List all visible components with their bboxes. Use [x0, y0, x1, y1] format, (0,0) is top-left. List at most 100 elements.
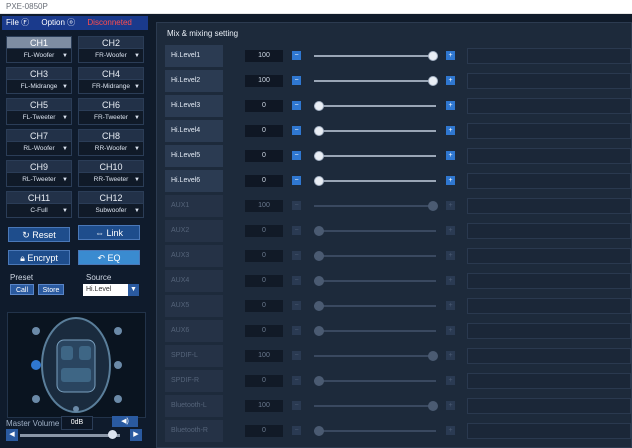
- channel-ch8[interactable]: CH8 RR-Woofer ▼: [78, 129, 144, 158]
- plus-icon[interactable]: +: [446, 101, 455, 110]
- mix-slider-knob[interactable]: [314, 176, 324, 186]
- mix-slider-knob[interactable]: [428, 76, 438, 86]
- plus-icon[interactable]: +: [446, 351, 455, 360]
- reset-button[interactable]: ↻ Reset: [8, 227, 70, 242]
- master-volume-value[interactable]: 0dB: [61, 416, 93, 430]
- link-button[interactable]: ⇔ Link: [78, 225, 140, 240]
- minus-icon[interactable]: −: [292, 201, 301, 210]
- plus-icon[interactable]: +: [446, 76, 455, 85]
- channel-assign-select[interactable]: FR-Midrange ▼: [78, 80, 144, 94]
- channel-label[interactable]: CH4: [78, 67, 144, 80]
- volume-up-icon[interactable]: ▶: [130, 429, 142, 441]
- mix-slider-track[interactable]: [314, 405, 436, 407]
- plus-icon[interactable]: +: [446, 176, 455, 185]
- channel-ch7[interactable]: CH7 RL-Woofer ▼: [6, 129, 72, 158]
- mix-slider-track[interactable]: [314, 130, 436, 132]
- channel-ch12[interactable]: CH12 Subwoofer ▼: [78, 191, 144, 220]
- channel-ch9[interactable]: CH9 RL-Tweeter ▼: [6, 160, 72, 189]
- channel-label[interactable]: CH9: [6, 160, 72, 173]
- mix-slider-track[interactable]: [314, 305, 436, 307]
- mix-slider-knob[interactable]: [314, 426, 324, 436]
- encrypt-button[interactable]: 🔒︎ Encrypt: [8, 250, 70, 265]
- plus-icon[interactable]: +: [446, 401, 455, 410]
- minus-icon[interactable]: −: [292, 151, 301, 160]
- mix-row-value[interactable]: 0: [245, 175, 283, 187]
- mix-slider-track[interactable]: [314, 80, 436, 82]
- mix-slider-knob[interactable]: [428, 401, 438, 411]
- menu-file[interactable]: File Ⓕ: [6, 18, 29, 27]
- plus-icon[interactable]: +: [446, 326, 455, 335]
- minus-icon[interactable]: −: [292, 301, 301, 310]
- channel-label[interactable]: CH7: [6, 129, 72, 142]
- channel-assign-select[interactable]: RL-Tweeter ▼: [6, 173, 72, 187]
- mix-row-value[interactable]: 0: [245, 150, 283, 162]
- channel-ch11[interactable]: CH11 C-Full ▼: [6, 191, 72, 220]
- mix-slider-track[interactable]: [314, 355, 436, 357]
- channel-assign-select[interactable]: RR-Tweeter ▼: [78, 173, 144, 187]
- plus-icon[interactable]: +: [446, 426, 455, 435]
- mix-row-value[interactable]: 0: [245, 425, 283, 437]
- plus-icon[interactable]: +: [446, 276, 455, 285]
- channel-assign-select[interactable]: RL-Woofer ▼: [6, 142, 72, 156]
- plus-icon[interactable]: +: [446, 151, 455, 160]
- mix-slider-knob[interactable]: [314, 376, 324, 386]
- channel-label[interactable]: CH1: [6, 36, 72, 49]
- mix-slider-track[interactable]: [314, 155, 436, 157]
- mix-row-value[interactable]: 100: [245, 350, 283, 362]
- channel-assign-select[interactable]: FL-Woofer ▼: [6, 49, 72, 63]
- eq-button[interactable]: ↶ EQ: [78, 250, 140, 265]
- master-volume-slider[interactable]: [20, 434, 120, 437]
- channel-assign-select[interactable]: FL-Midrange ▼: [6, 80, 72, 94]
- minus-icon[interactable]: −: [292, 351, 301, 360]
- preset-call-button[interactable]: Call: [10, 284, 34, 295]
- plus-icon[interactable]: +: [446, 301, 455, 310]
- mix-row-value[interactable]: 0: [245, 275, 283, 287]
- channel-ch5[interactable]: CH5 FL-Tweeter ▼: [6, 98, 72, 127]
- mix-slider-track[interactable]: [314, 280, 436, 282]
- channel-assign-select[interactable]: RR-Woofer ▼: [78, 142, 144, 156]
- channel-assign-select[interactable]: FR-Woofer ▼: [78, 49, 144, 63]
- mix-row-value[interactable]: 100: [245, 200, 283, 212]
- mix-slider-track[interactable]: [314, 380, 436, 382]
- mix-row-value[interactable]: 0: [245, 125, 283, 137]
- plus-icon[interactable]: +: [446, 51, 455, 60]
- mix-row-value[interactable]: 0: [245, 375, 283, 387]
- mix-slider-track[interactable]: [314, 55, 436, 57]
- speaker-icon[interactable]: ◀): [112, 416, 138, 427]
- channel-assign-select[interactable]: Subwoofer ▼: [78, 204, 144, 218]
- minus-icon[interactable]: −: [292, 276, 301, 285]
- channel-assign-select[interactable]: FL-Tweeter ▼: [6, 111, 72, 125]
- mix-slider-knob[interactable]: [314, 251, 324, 261]
- channel-ch1[interactable]: CH1 FL-Woofer ▼: [6, 36, 72, 65]
- mix-row-value[interactable]: 0: [245, 250, 283, 262]
- minus-icon[interactable]: −: [292, 226, 301, 235]
- preset-store-button[interactable]: Store: [38, 284, 64, 295]
- mix-row-value[interactable]: 0: [245, 325, 283, 337]
- source-select[interactable]: Hi.Level ▼: [83, 284, 139, 296]
- mix-slider-knob[interactable]: [314, 326, 324, 336]
- mix-row-value[interactable]: 100: [245, 400, 283, 412]
- volume-down-icon[interactable]: ◀: [6, 429, 18, 441]
- mix-slider-knob[interactable]: [314, 126, 324, 136]
- menu-option[interactable]: Option ⓞ: [41, 18, 75, 27]
- minus-icon[interactable]: −: [292, 401, 301, 410]
- mix-slider-track[interactable]: [314, 105, 436, 107]
- mix-slider-track[interactable]: [314, 255, 436, 257]
- plus-icon[interactable]: +: [446, 226, 455, 235]
- minus-icon[interactable]: −: [292, 426, 301, 435]
- master-volume-knob[interactable]: [108, 430, 117, 439]
- mix-slider-knob[interactable]: [428, 201, 438, 211]
- channel-label[interactable]: CH8: [78, 129, 144, 142]
- mix-slider-knob[interactable]: [314, 276, 324, 286]
- minus-icon[interactable]: −: [292, 51, 301, 60]
- mix-slider-knob[interactable]: [428, 51, 438, 61]
- mix-slider-knob[interactable]: [314, 151, 324, 161]
- mix-slider-knob[interactable]: [314, 226, 324, 236]
- mix-slider-knob[interactable]: [314, 101, 324, 111]
- mix-row-value[interactable]: 0: [245, 225, 283, 237]
- mix-row-value[interactable]: 0: [245, 100, 283, 112]
- mix-slider-track[interactable]: [314, 180, 436, 182]
- channel-ch4[interactable]: CH4 FR-Midrange ▼: [78, 67, 144, 96]
- plus-icon[interactable]: +: [446, 201, 455, 210]
- channel-assign-select[interactable]: FR-Tweeter ▼: [78, 111, 144, 125]
